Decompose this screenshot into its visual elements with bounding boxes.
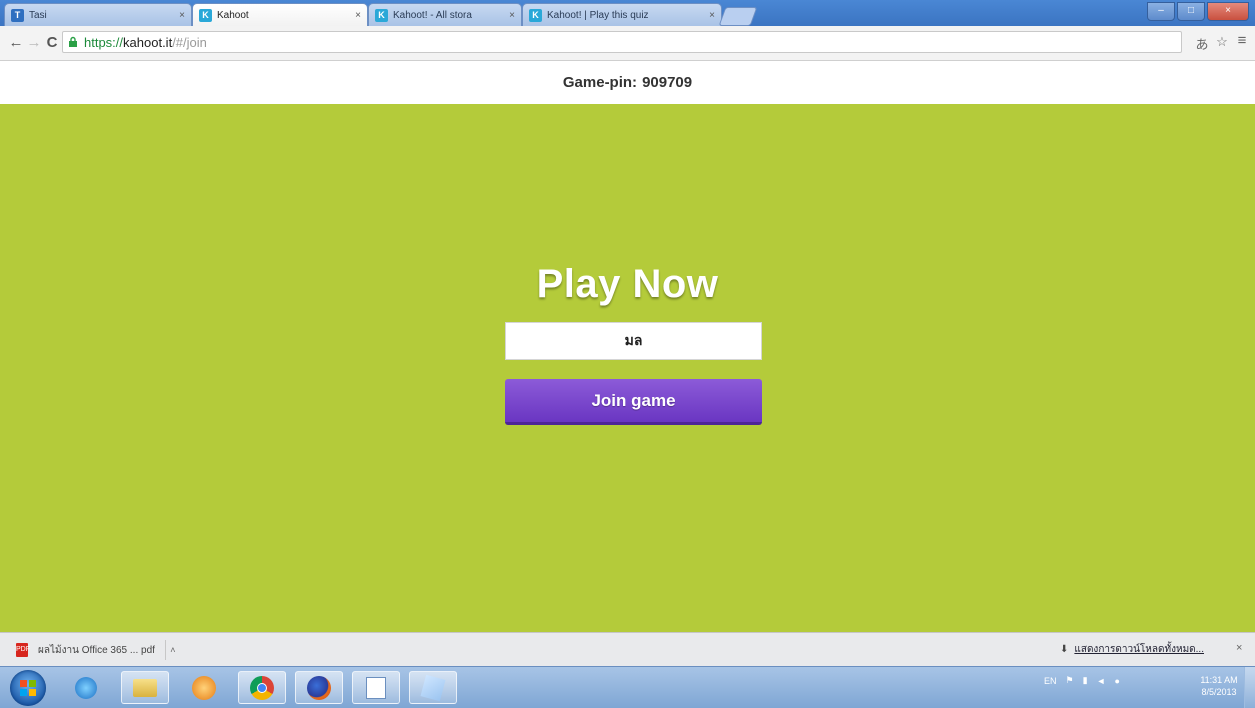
nickname-input[interactable]	[505, 322, 762, 360]
close-icon[interactable]: ×	[1236, 642, 1242, 654]
clock-time: 11:31 AM	[1200, 675, 1238, 685]
tab-kahoot-all-stories[interactable]: K Kahoot! - All stora ×	[368, 3, 522, 26]
system-tray: EN ⚑ ▮ ◄ ●	[1044, 675, 1129, 686]
reload-icon[interactable]: C	[42, 33, 62, 53]
tab-title: Kahoot	[217, 9, 249, 21]
close-icon[interactable]: ×	[509, 10, 515, 21]
kahoot-icon: K	[199, 8, 212, 22]
internet-explorer-icon[interactable]	[62, 671, 110, 704]
pdf-icon: PDF	[16, 643, 30, 657]
browser-tab-strip: T Tasi × K Kahoot × K Kahoot! - All stor…	[0, 0, 1255, 26]
clock-date: 8/5/2013	[1201, 687, 1237, 697]
minimize-button[interactable]: –	[1147, 2, 1175, 21]
start-button[interactable]	[10, 670, 46, 706]
star-icon[interactable]: ☆	[1213, 34, 1231, 50]
close-icon[interactable]: ×	[709, 10, 715, 21]
download-file-name: ผลไม้งาน Office 365 ... pdf	[38, 644, 155, 656]
back-arrow-icon[interactable]: ←	[6, 33, 26, 53]
translate-icon[interactable]: あ	[1193, 34, 1211, 53]
join-stage: Play Now Join game	[0, 104, 1255, 632]
blue-app-icon: T	[11, 8, 24, 22]
media-player-icon[interactable]	[180, 671, 228, 704]
language-indicator[interactable]: EN	[1044, 676, 1057, 686]
volume-icon[interactable]: ◄	[1097, 676, 1106, 686]
chevron-up-icon[interactable]: ˄	[164, 640, 180, 660]
powerpoint-icon[interactable]	[352, 671, 400, 704]
url-path: /#/join	[172, 34, 207, 50]
menu-icon[interactable]: ≡	[1233, 32, 1251, 49]
download-item[interactable]: PDF ผลไม้งาน Office 365 ... pdf ˄	[16, 640, 180, 660]
tab-kahoot[interactable]: K Kahoot ×	[192, 3, 368, 26]
firefox-icon[interactable]	[295, 671, 343, 704]
power-icon[interactable]: ●	[1114, 676, 1119, 686]
chrome-icon[interactable]	[238, 671, 286, 704]
url-host: kahoot.it	[123, 34, 173, 50]
url-scheme: https://	[84, 34, 124, 50]
taskbar-clock[interactable]: 11:31 AM 8/5/2013	[1194, 674, 1244, 698]
join-game-button[interactable]: Join game	[505, 379, 762, 425]
download-shelf: PDF ผลไม้งาน Office 365 ... pdf ˄ ⬇ แสดง…	[0, 632, 1255, 667]
tab-kahoot-play-quiz[interactable]: K Kahoot! | Play this quiz ×	[522, 3, 722, 26]
download-icon: ⬇	[1060, 644, 1069, 655]
tab-tasi[interactable]: T Tasi ×	[4, 3, 192, 26]
show-all-downloads-link[interactable]: ⬇ แสดงการดาวน์โหลดทั้งหมด...	[1060, 642, 1204, 657]
page-title: Play Now	[536, 262, 719, 306]
windows-taskbar: EN ⚑ ▮ ◄ ● 11:31 AM 8/5/2013	[0, 666, 1255, 708]
tab-title: Kahoot! - All stora	[393, 9, 472, 21]
windows-logo-icon	[20, 680, 36, 696]
network-icon[interactable]: ▮	[1083, 675, 1088, 686]
flag-icon[interactable]: ⚑	[1066, 675, 1074, 686]
close-window-button[interactable]: ×	[1207, 2, 1249, 21]
show-desktop-button[interactable]	[1244, 667, 1255, 708]
game-pin-bar: Game-pin: 909709	[0, 61, 1255, 104]
kahoot-icon: K	[529, 8, 542, 22]
file-explorer-icon[interactable]	[121, 671, 169, 704]
new-tab-button[interactable]	[718, 7, 758, 26]
tab-title: Tasi	[29, 9, 47, 21]
maximize-button[interactable]: □	[1177, 2, 1205, 21]
kahoot-icon: K	[375, 8, 388, 22]
lock-icon	[69, 36, 77, 47]
game-pin-value: 909709	[642, 74, 693, 91]
game-pin-label: Game-pin:	[562, 74, 638, 91]
close-icon[interactable]: ×	[179, 10, 185, 21]
forward-arrow-icon[interactable]: →	[24, 33, 44, 53]
paint-icon[interactable]	[409, 671, 457, 704]
window-controls: – □ ×	[1145, 2, 1249, 21]
close-icon[interactable]: ×	[355, 10, 361, 21]
tab-title: Kahoot! | Play this quiz	[547, 9, 649, 21]
show-all-downloads-label: แสดงการดาวน์โหลดทั้งหมด...	[1074, 644, 1204, 655]
browser-toolbar: ← → C https://kahoot.it/#/join あ ☆ ≡	[0, 26, 1255, 61]
address-bar[interactable]: https://kahoot.it/#/join	[62, 31, 1182, 53]
